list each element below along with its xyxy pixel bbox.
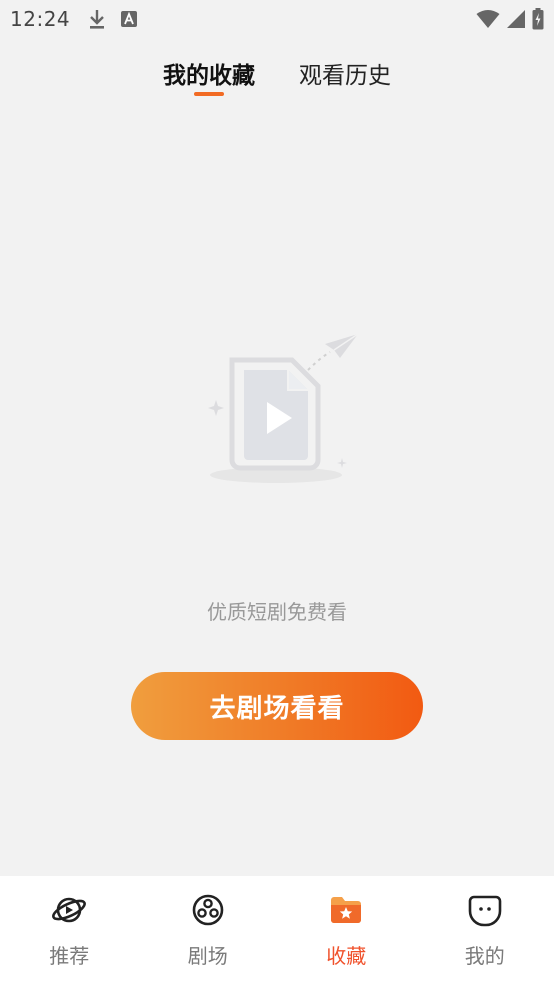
- wifi-icon: [476, 10, 500, 28]
- nav-item-mine[interactable]: 我的: [416, 876, 554, 984]
- empty-state-illustration: [208, 333, 359, 483]
- nav-item-favorites[interactable]: 收藏: [277, 876, 416, 984]
- status-time: 12:24: [10, 7, 71, 31]
- folder-star-icon: [331, 897, 362, 923]
- keyboard-a-icon: [121, 11, 138, 27]
- planet-icon: [52, 897, 87, 923]
- nav-label-mine: 我的: [464, 944, 505, 968]
- tab-watch-history[interactable]: 观看历史: [299, 52, 391, 102]
- face-icon: [468, 895, 502, 927]
- nav-label-recommend: 推荐: [49, 944, 90, 968]
- download-icon: [90, 10, 105, 29]
- status-bar: 12:24: [0, 0, 554, 38]
- nav-item-theater[interactable]: 剧场: [139, 876, 278, 984]
- bottom-nav: 推荐 剧场 收藏 我的: [0, 876, 554, 984]
- active-tab-indicator: [194, 92, 224, 96]
- status-left-icons: [88, 8, 138, 30]
- nav-label-theater: 剧场: [187, 944, 228, 968]
- film-reel-icon: [192, 894, 224, 926]
- status-right-icons: [476, 8, 544, 30]
- nav-label-favorites: 收藏: [326, 944, 367, 968]
- battery-charging-icon: [532, 8, 544, 30]
- empty-state-message: 优质短剧免费看: [207, 600, 347, 624]
- tab-my-favorites[interactable]: 我的收藏: [163, 52, 255, 102]
- tab-watch-history-label: 观看历史: [299, 63, 391, 89]
- signal-icon: [507, 10, 525, 28]
- go-to-theater-button[interactable]: 去剧场看看: [131, 672, 423, 740]
- tab-my-favorites-label: 我的收藏: [163, 63, 255, 89]
- nav-item-recommend[interactable]: 推荐: [0, 876, 139, 984]
- collection-tabs: 我的收藏 观看历史: [0, 52, 554, 102]
